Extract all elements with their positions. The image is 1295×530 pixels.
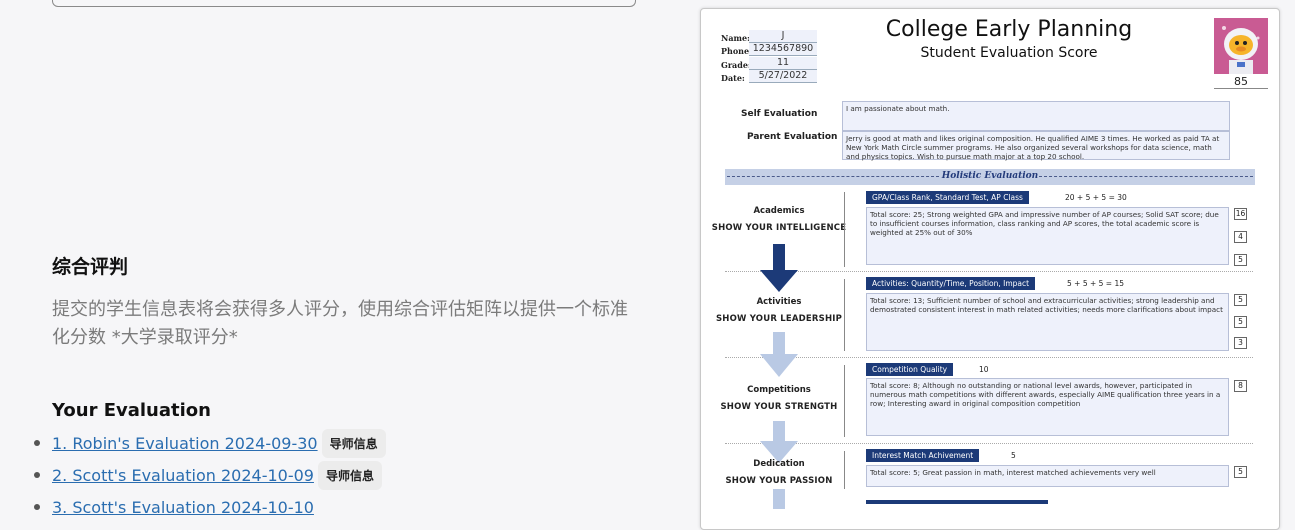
evaluation-sheet-image: Name: J Phone: 1234567890 Grade: 11 Date…	[700, 8, 1280, 530]
bullet-icon	[34, 440, 40, 446]
sheet-subtitle: Student Evaluation Score	[920, 45, 1098, 61]
competitions-label: Competitions	[747, 385, 811, 395]
score-box: 5	[1234, 316, 1247, 328]
score-box: 3	[1234, 337, 1247, 349]
academics-sub: SHOW YOUR INTELLIGENCE	[711, 223, 847, 233]
score-box: 5	[1234, 294, 1247, 306]
section-description: 提交的学生信息表将会获得多人评分，使用综合评估矩阵以提供一个标准化分数 *大学录…	[52, 299, 628, 348]
next-criteria-pill	[866, 500, 1048, 504]
dedication-label: Dedication	[753, 459, 805, 469]
name-label: Name:	[721, 33, 751, 43]
mentor-info-tag[interactable]: 导师信息	[321, 428, 386, 458]
holistic-evaluation-band: Holistic Evaluation	[725, 169, 1255, 185]
score-box: 5	[1234, 254, 1247, 266]
competitions-criteria-pill: Competition Quality	[866, 363, 954, 376]
left-panel: 综合评判 提交的学生信息表将会获得多人评分，使用综合评估矩阵以提供一个标准化分数…	[0, 0, 690, 517]
evaluation-link[interactable]: 1. Robin's Evaluation 2024-09-30	[52, 434, 318, 453]
grade-label: Grade:	[721, 60, 751, 70]
score-box: 8	[1234, 380, 1247, 392]
name-value: J	[749, 30, 817, 43]
list-item: 1. Robin's Evaluation 2024-09-30 导师信息	[34, 427, 386, 459]
top-frame	[52, 0, 636, 7]
activities-comment: Total score: 13; Sufficient number of sc…	[866, 293, 1229, 351]
mentor-info-tag[interactable]: 导师信息	[317, 460, 382, 490]
competitions-sub: SHOW YOUR STRENGTH	[720, 402, 838, 412]
bullet-icon	[34, 504, 40, 510]
dedication-criteria-pill: Interest Match Achivement	[866, 449, 980, 462]
arrow-down-icon	[773, 489, 785, 509]
academics-criteria-pill: GPA/Class Rank, Standard Test, AP Class	[866, 191, 1029, 204]
score-box: 16	[1234, 208, 1247, 220]
bullet-icon	[34, 472, 40, 478]
mascot-avatar	[1214, 18, 1268, 74]
list-item: 3. Scott's Evaluation 2024-10-10	[34, 491, 386, 523]
self-eval-label: Self Evaluation	[741, 109, 818, 119]
activities-formula: 5 + 5 + 5 = 15	[1067, 279, 1125, 288]
score-box: 5	[1234, 466, 1247, 478]
dedication-comment: Total score: 5; Great passion in math, i…	[866, 465, 1229, 487]
arrow-down-icon	[760, 421, 798, 463]
total-score: 85	[1214, 75, 1268, 89]
competitions-formula: 10	[979, 365, 989, 374]
holistic-label: Holistic Evaluation	[941, 171, 1039, 181]
arrow-down-icon	[760, 332, 798, 377]
parent-eval-label: Parent Evaluation	[747, 132, 838, 142]
date-label: Date:	[721, 73, 745, 83]
evaluation-link[interactable]: 2. Scott's Evaluation 2024-10-09	[52, 466, 314, 485]
phone-label: Phone:	[721, 46, 753, 56]
academics-formula: 20 + 5 + 5 = 30	[1065, 193, 1127, 202]
section-title: 综合评判	[52, 256, 129, 278]
evaluation-list: 1. Robin's Evaluation 2024-09-30 导师信息 2.…	[34, 427, 386, 523]
activities-criteria-pill: Activities: Quantity/Time, Position, Imp…	[866, 277, 1036, 290]
phone-value: 1234567890	[749, 43, 817, 56]
dedication-sub: SHOW YOUR PASSION	[725, 476, 833, 486]
academics-comment: Total score: 25; Strong weighted GPA and…	[866, 207, 1229, 265]
evaluation-link[interactable]: 3. Scott's Evaluation 2024-10-10	[52, 498, 314, 517]
date-value: 5/27/2022	[749, 70, 817, 83]
list-item: 2. Scott's Evaluation 2024-10-09 导师信息	[34, 459, 386, 491]
activities-sub: SHOW YOUR LEADERSHIP	[715, 314, 843, 324]
sheet-title: College Early Planning	[885, 17, 1133, 42]
academics-label: Academics	[753, 206, 805, 216]
arrow-down-icon	[760, 244, 798, 292]
activities-label: Activities	[756, 297, 802, 307]
competitions-comment: Total score: 8; Although no outstanding …	[866, 378, 1229, 436]
astronaut-icon	[1214, 18, 1268, 74]
dedication-formula: 5	[1011, 451, 1016, 460]
parent-eval-box: Jerry is good at math and likes original…	[842, 131, 1230, 161]
score-box: 4	[1234, 231, 1247, 243]
self-eval-box: I am passionate about math.	[842, 101, 1230, 131]
evaluation-heading: Your Evaluation	[52, 400, 211, 421]
grade-value: 11	[749, 57, 817, 70]
